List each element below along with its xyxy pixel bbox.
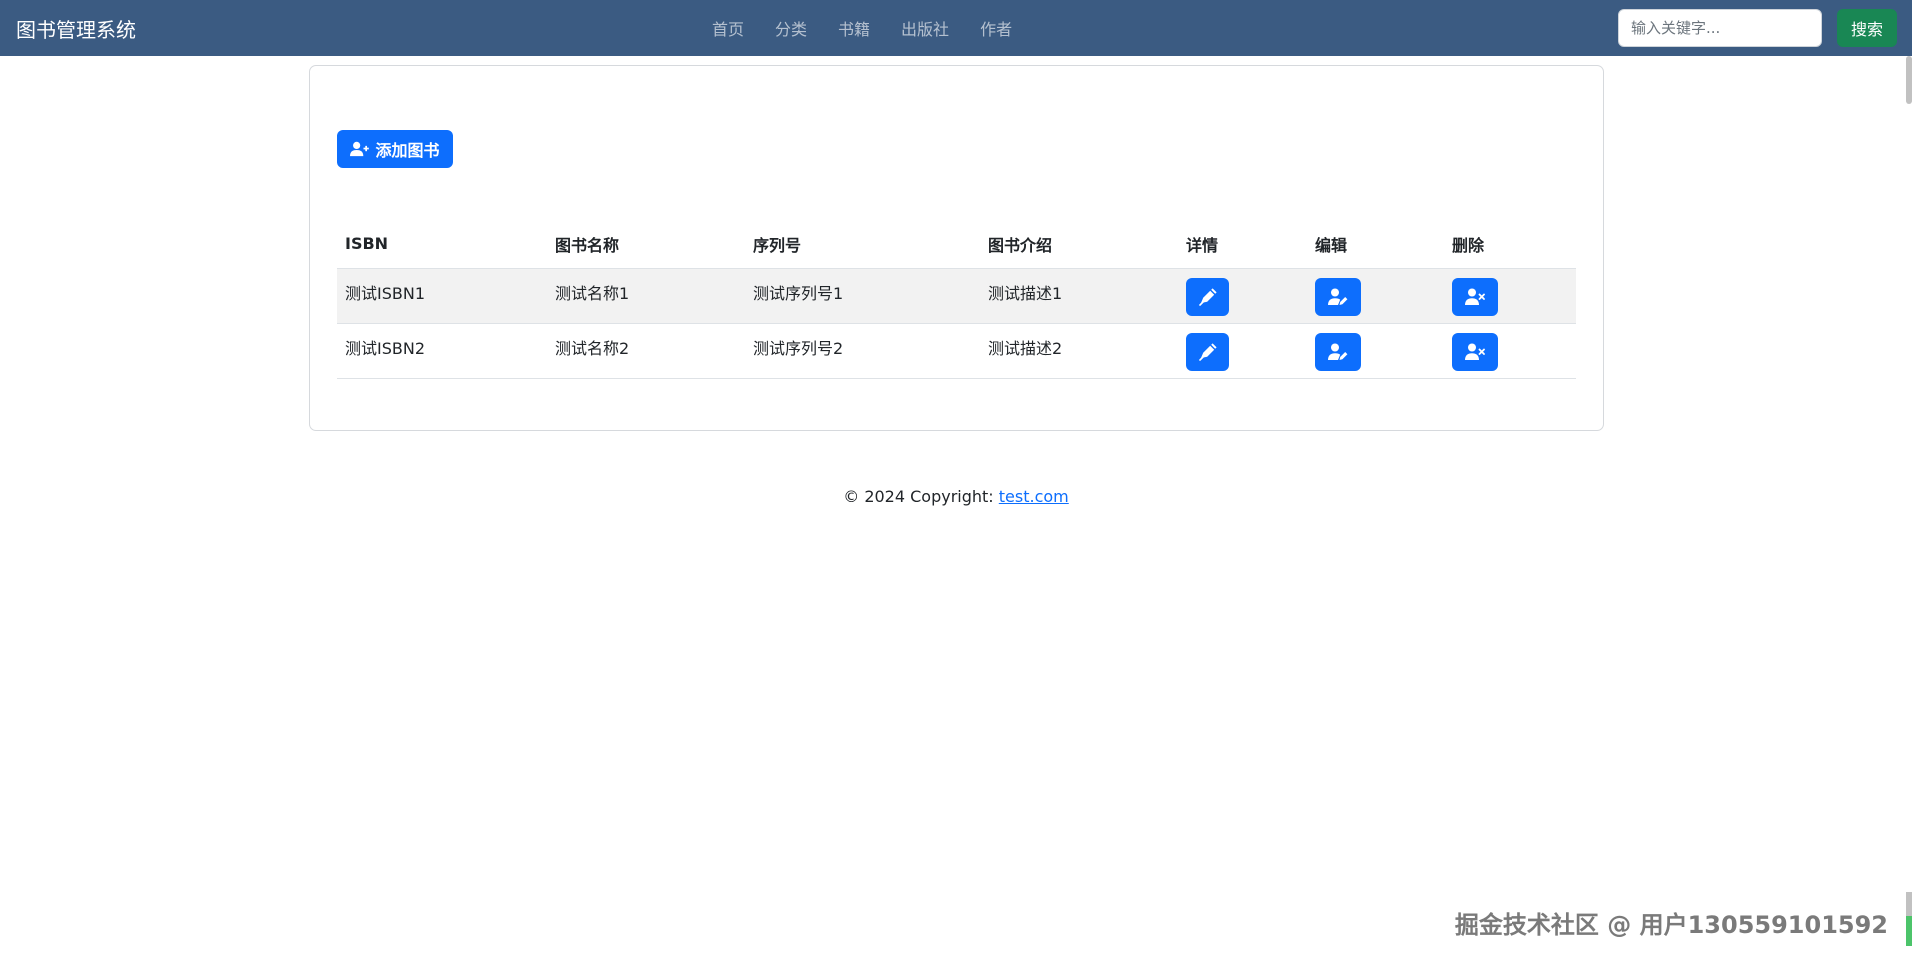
search-button[interactable]: 搜索 bbox=[1837, 9, 1897, 47]
cell-detail bbox=[1178, 323, 1307, 379]
cell-serial: 测试序列号1 bbox=[745, 268, 980, 324]
user-xmark-icon bbox=[1465, 343, 1485, 360]
nav-links: 首页 分类 书籍 出版社 作者 bbox=[712, 0, 1043, 56]
user-pen-icon bbox=[1328, 288, 1348, 305]
cell-edit bbox=[1307, 268, 1444, 324]
cell-edit bbox=[1307, 323, 1444, 379]
header-serial: 序列号 bbox=[745, 220, 980, 269]
user-plus-icon bbox=[350, 141, 370, 157]
cell-serial: 测试序列号2 bbox=[745, 323, 980, 379]
cell-book-name: 测试名称2 bbox=[547, 323, 745, 379]
books-table: ISBN 图书名称 序列号 图书介绍 详情 编辑 删除 测试ISBN1 测试名称… bbox=[337, 220, 1576, 379]
nav-item-publisher[interactable]: 出版社 bbox=[901, 16, 949, 40]
cell-book-name: 测试名称1 bbox=[547, 268, 745, 324]
header-book-name: 图书名称 bbox=[547, 220, 745, 269]
add-book-label: 添加图书 bbox=[375, 141, 440, 160]
edit-button[interactable] bbox=[1315, 277, 1361, 316]
cell-delete bbox=[1444, 323, 1576, 379]
header-delete: 删除 bbox=[1444, 220, 1576, 269]
scrollbar-track-marker bbox=[1906, 892, 1912, 916]
delete-button[interactable] bbox=[1452, 277, 1498, 316]
footer-copyright: © 2024 Copyright: bbox=[843, 487, 999, 506]
nav-item-home[interactable]: 首页 bbox=[712, 16, 744, 40]
nav-item-books[interactable]: 书籍 bbox=[838, 16, 870, 40]
table-row: 测试ISBN1 测试名称1 测试序列号1 测试描述1 bbox=[337, 268, 1576, 324]
pen-nib-icon bbox=[1198, 287, 1217, 306]
footer-link[interactable]: test.com bbox=[999, 487, 1069, 506]
header-description: 图书介绍 bbox=[980, 220, 1178, 269]
brand-title[interactable]: 图书管理系统 bbox=[16, 14, 136, 43]
search-input[interactable] bbox=[1618, 9, 1822, 47]
scrollbar-thumb[interactable] bbox=[1906, 56, 1912, 104]
watermark: 掘金技术社区 @ 用户130559101592 bbox=[1454, 911, 1888, 939]
add-book-button[interactable]: 添加图书 bbox=[337, 130, 453, 168]
table-header-row: ISBN 图书名称 序列号 图书介绍 详情 编辑 删除 bbox=[337, 220, 1576, 269]
table-row: 测试ISBN2 测试名称2 测试序列号2 测试描述2 bbox=[337, 323, 1576, 379]
delete-button[interactable] bbox=[1452, 332, 1498, 371]
detail-button[interactable] bbox=[1186, 332, 1229, 371]
footer: © 2024 Copyright: test.com bbox=[0, 487, 1912, 506]
cell-detail bbox=[1178, 268, 1307, 324]
header-detail: 详情 bbox=[1178, 220, 1307, 269]
cell-description: 测试描述1 bbox=[980, 268, 1178, 324]
nav-item-author[interactable]: 作者 bbox=[980, 16, 1012, 40]
scrollbar-status-marker bbox=[1906, 916, 1912, 946]
nav-item-category[interactable]: 分类 bbox=[775, 16, 807, 40]
header-edit: 编辑 bbox=[1307, 220, 1444, 269]
cell-isbn: 测试ISBN1 bbox=[337, 268, 547, 324]
books-card: 添加图书 ISBN 图书名称 序列号 图书介绍 详情 编辑 删除 测试ISBN1… bbox=[309, 65, 1604, 431]
detail-button[interactable] bbox=[1186, 277, 1229, 316]
user-pen-icon bbox=[1328, 343, 1348, 360]
cell-delete bbox=[1444, 268, 1576, 324]
header-isbn: ISBN bbox=[337, 220, 547, 269]
user-xmark-icon bbox=[1465, 288, 1485, 305]
pen-nib-icon bbox=[1198, 342, 1217, 361]
cell-isbn: 测试ISBN2 bbox=[337, 323, 547, 379]
cell-description: 测试描述2 bbox=[980, 323, 1178, 379]
navbar: 图书管理系统 首页 分类 书籍 出版社 作者 搜索 bbox=[0, 0, 1912, 56]
edit-button[interactable] bbox=[1315, 332, 1361, 371]
